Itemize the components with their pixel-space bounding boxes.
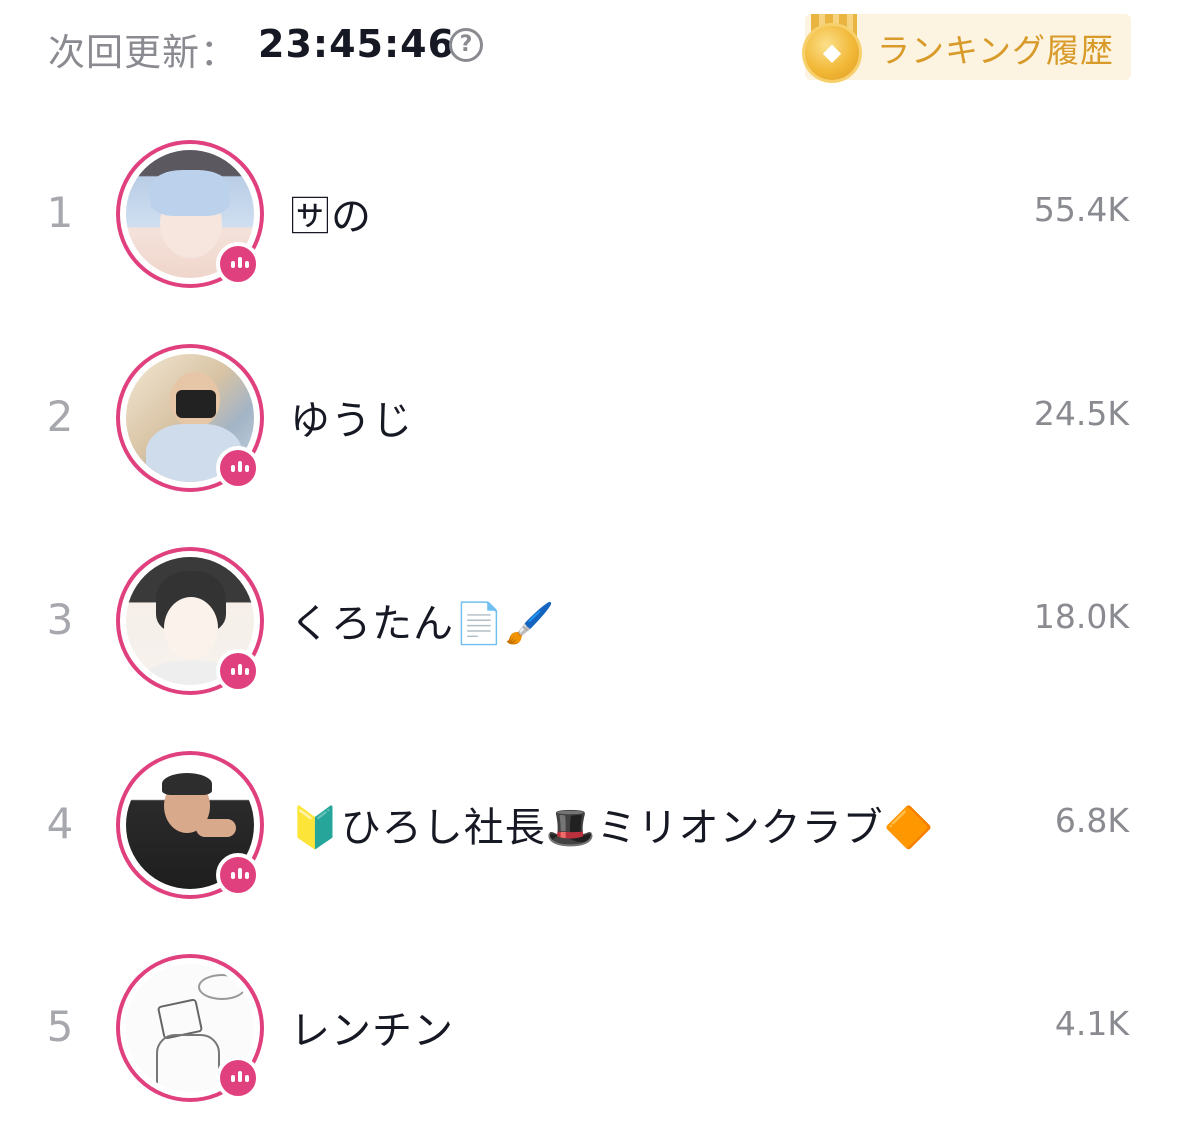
- user-name: 🈂の: [290, 194, 372, 240]
- user-score: 55.4K: [1033, 190, 1129, 229]
- ranking-row[interactable]: 2 ゆうじ 24.5K: [0, 314, 1179, 518]
- user-name: くろたん📄🖌️: [290, 601, 556, 647]
- user-avatar[interactable]: [116, 547, 264, 695]
- live-bars-icon: [216, 852, 260, 897]
- rank-number: 5: [46, 1002, 74, 1051]
- user-score: 6.8K: [1054, 800, 1129, 840]
- rank-number: 2: [46, 391, 74, 441]
- live-bars-icon: [216, 445, 260, 490]
- user-avatar[interactable]: [116, 343, 264, 492]
- user-score: 4.1K: [1054, 1004, 1129, 1043]
- ranking-row[interactable]: 1 🈂の 55.4K: [0, 110, 1179, 314]
- ranking-row[interactable]: 3 くろたん📄🖌️ 18.0K: [0, 517, 1179, 721]
- user-avatar[interactable]: [116, 954, 264, 1102]
- ranking-history-button[interactable]: ◆ ランキング履歴: [805, 14, 1131, 80]
- rank-number: 3: [46, 595, 74, 644]
- gold-medal-icon: ◆: [805, 26, 859, 80]
- user-avatar[interactable]: [116, 750, 264, 899]
- next-update-label: 次回更新：: [48, 31, 238, 74]
- user-name: ゆうじ: [290, 397, 413, 444]
- countdown-timer: 23:45:46: [258, 22, 456, 66]
- rank-number: 4: [46, 798, 74, 848]
- live-bars-icon: [216, 1056, 260, 1100]
- user-name: 🔰ひろし社長🎩ミリオンクラブ🔶: [290, 804, 935, 851]
- user-score: 18.0K: [1033, 597, 1129, 636]
- user-name: レンチン: [290, 1008, 454, 1054]
- user-avatar[interactable]: [116, 140, 264, 288]
- question-circle-icon[interactable]: ?: [449, 28, 483, 62]
- rank-number: 1: [46, 188, 74, 237]
- ranking-history-label: ランキング履歴: [877, 31, 1115, 70]
- live-bars-icon: [216, 242, 260, 286]
- ranking-list: 1 🈂の 55.4K 2 ゆうじ 24.5K 3 くろたん📄🖌️ 18.0K 4…: [0, 110, 1179, 1128]
- ranking-row[interactable]: 4 🔰ひろし社長🎩ミリオンクラブ🔶 6.8K: [0, 721, 1179, 925]
- user-score: 24.5K: [1033, 393, 1129, 433]
- ranking-header: 次回更新： 23:45:46 ? ◆ ランキング履歴: [0, 0, 1179, 96]
- live-bars-icon: [216, 649, 260, 693]
- ranking-row[interactable]: 5 レンチン 4.1K: [0, 924, 1179, 1128]
